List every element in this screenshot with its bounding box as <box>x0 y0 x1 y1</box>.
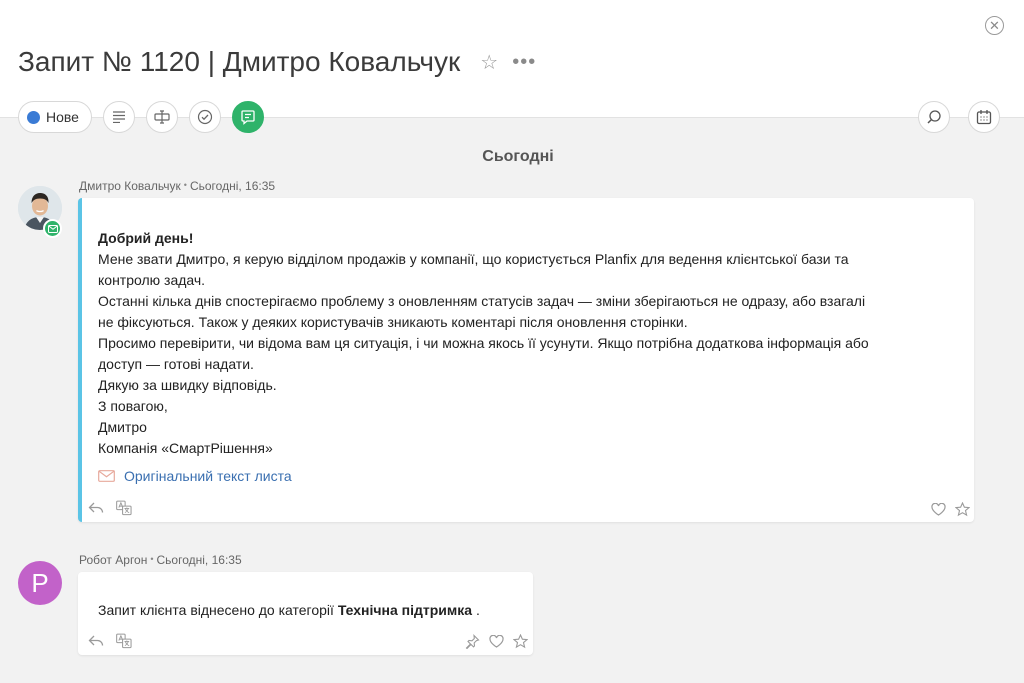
date-separator: Сьогодні <box>482 148 554 165</box>
message-line: контролю задач. <box>98 272 206 288</box>
task-header: ✕ Запит № 1120 | Дмитро Ковальчук ☆ ••• … <box>0 0 1024 133</box>
page-title: Запит № 1120 | Дмитро Ковальчук <box>18 46 461 77</box>
message-text-end: . <box>472 602 480 618</box>
heart-icon[interactable] <box>488 633 504 649</box>
email-source-badge <box>43 219 62 238</box>
status-label: Нове <box>46 109 79 125</box>
chat-icon <box>241 110 255 125</box>
message-line: Мене звати Дмитро, я керую відділом прод… <box>98 251 849 267</box>
calendar-icon <box>976 110 992 125</box>
check-circle-icon <box>197 109 213 125</box>
message-line: З повагою, <box>98 398 168 414</box>
original-email-link[interactable]: Оригінальний текст листа <box>98 468 292 484</box>
text-field-icon <box>154 110 170 124</box>
calendar-button[interactable] <box>968 101 1000 133</box>
message-line: Дякую за швидку відповідь. <box>98 377 277 393</box>
search-button[interactable] <box>918 101 950 133</box>
message-greeting: Добрий день! <box>98 230 194 246</box>
description-button[interactable] <box>102 101 135 133</box>
star-icon[interactable] <box>512 633 528 649</box>
star-icon[interactable]: ☆ <box>480 50 498 75</box>
message-meta: Робот Аргон • Сьогодні, 16:35 <box>79 553 242 567</box>
envelope-icon <box>98 470 115 482</box>
more-icon[interactable]: ••• <box>512 51 536 74</box>
status-dot-icon <box>27 110 40 124</box>
task-toolbar: Нове <box>18 101 264 133</box>
message-actions <box>88 633 132 649</box>
message-line: не фіксуються. Також у деяких користувач… <box>98 314 688 330</box>
message-body: Запит клієнта віднесено до категорії Тех… <box>98 602 480 618</box>
message-time: Сьогодні, 16:35 <box>189 179 276 193</box>
message-line: доступ — готові надати. <box>98 356 254 372</box>
message-reactions <box>464 633 528 649</box>
reply-icon[interactable] <box>88 500 104 516</box>
message-line: Компанія «СмартРішення» <box>98 440 273 456</box>
message-card: Добрий день! Мене звати Дмитро, я керую … <box>78 198 974 522</box>
meta-dot: • <box>183 180 187 190</box>
heart-icon[interactable] <box>930 501 946 517</box>
list-lines-icon <box>112 111 125 123</box>
meta-dot: • <box>150 554 154 564</box>
title-row: Запит № 1120 | Дмитро Ковальчук ☆ ••• <box>18 42 536 82</box>
star-icon[interactable] <box>954 501 970 517</box>
search-icon <box>927 110 941 124</box>
translate-icon[interactable] <box>116 633 132 649</box>
message-body: Добрий день! Мене звати Дмитро, я керую … <box>98 228 958 459</box>
close-icon[interactable]: ✕ <box>985 16 1004 35</box>
message-line: Останні кілька днів спостерігаємо пробле… <box>98 293 866 309</box>
message-meta: Дмитро Ковальчук • Сьогодні, 16:35 <box>79 179 275 193</box>
checklist-button[interactable] <box>188 101 221 133</box>
status-button[interactable]: Нове <box>18 101 92 133</box>
fields-button[interactable] <box>145 101 178 133</box>
message-line: Дмитро <box>98 419 147 435</box>
comments-button[interactable] <box>231 101 264 133</box>
message-actions <box>88 500 132 516</box>
message-line: Просимо перевірити, чи відома вам ця сит… <box>98 335 869 351</box>
message-author[interactable]: Дмитро Ковальчук <box>79 179 181 193</box>
message-time: Сьогодні, 16:35 <box>156 553 242 567</box>
reply-icon[interactable] <box>88 633 104 649</box>
header-right-tools <box>918 101 1000 133</box>
category-name: Технічна підтримка <box>337 602 473 618</box>
message-card: Запит клієнта віднесено до категорії Тех… <box>78 572 533 655</box>
envelope-icon <box>47 224 58 233</box>
message-text: Запит клієнта віднесено до категорії <box>98 602 334 618</box>
message-reactions <box>930 501 970 517</box>
avatar[interactable]: Р <box>18 561 62 605</box>
message-author[interactable]: Робот Аргон <box>79 553 147 567</box>
translate-icon[interactable] <box>116 500 132 516</box>
pin-icon[interactable] <box>464 633 480 649</box>
original-email-link-label: Оригінальний текст листа <box>124 468 292 484</box>
